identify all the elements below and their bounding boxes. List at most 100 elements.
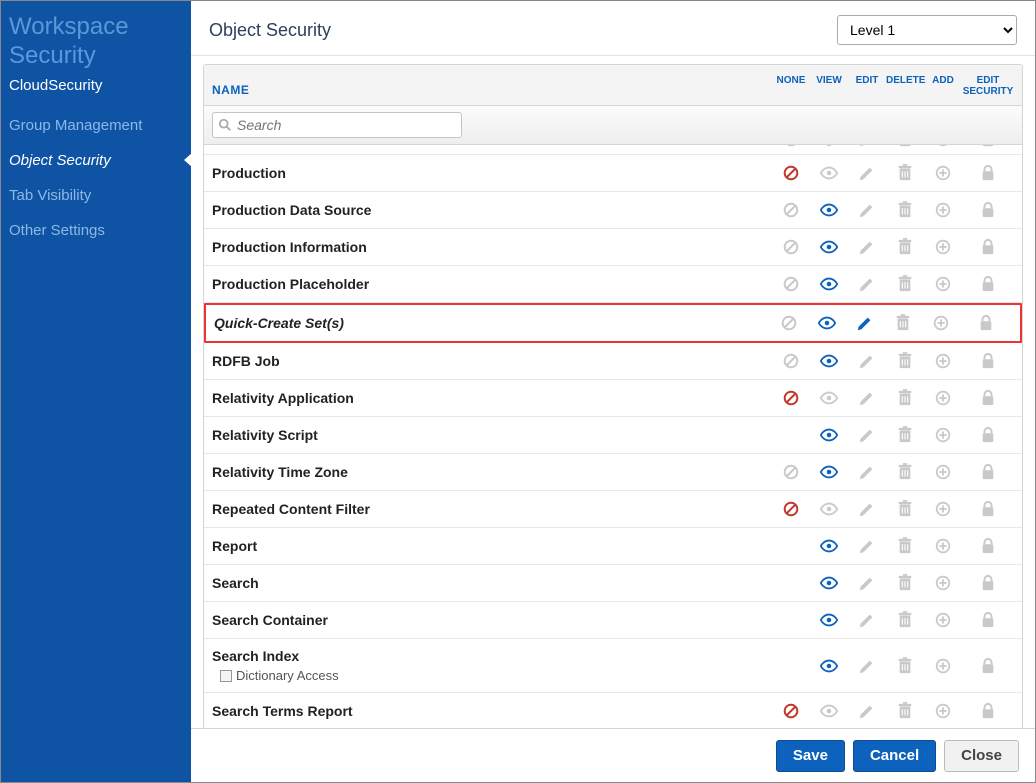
lock-icon[interactable] xyxy=(980,537,996,555)
cell-edit-security[interactable] xyxy=(962,164,1014,182)
delete-icon[interactable] xyxy=(897,352,913,370)
edit-icon[interactable] xyxy=(858,611,876,629)
cell-add[interactable] xyxy=(924,574,962,592)
delete-icon[interactable] xyxy=(897,238,913,256)
cell-view[interactable] xyxy=(810,611,848,629)
edit-icon[interactable] xyxy=(858,145,876,148)
add-icon[interactable] xyxy=(934,352,952,370)
cell-none[interactable] xyxy=(772,389,810,407)
none-icon[interactable] xyxy=(782,275,800,293)
edit-icon[interactable] xyxy=(858,275,876,293)
delete-icon[interactable] xyxy=(897,389,913,407)
cell-view[interactable] xyxy=(810,275,848,293)
add-icon[interactable] xyxy=(934,611,952,629)
cell-view[interactable] xyxy=(810,574,848,592)
cell-none[interactable] xyxy=(772,611,810,629)
cell-add[interactable] xyxy=(924,500,962,518)
none-icon[interactable] xyxy=(782,389,800,407)
cell-edit[interactable] xyxy=(848,389,886,407)
sidebar-item-object-security[interactable]: Object Security xyxy=(1,143,191,178)
lock-icon[interactable] xyxy=(980,201,996,219)
sidebar-item-tab-visibility[interactable]: Tab Visibility xyxy=(1,178,191,213)
cell-edit[interactable] xyxy=(848,201,886,219)
delete-icon[interactable] xyxy=(897,426,913,444)
cell-none[interactable] xyxy=(772,537,810,555)
cell-none[interactable] xyxy=(772,238,810,256)
cell-edit[interactable] xyxy=(848,574,886,592)
view-icon[interactable] xyxy=(819,426,839,444)
cell-delete[interactable] xyxy=(886,611,924,629)
delete-icon[interactable] xyxy=(897,702,913,720)
cell-edit[interactable] xyxy=(848,426,886,444)
edit-icon[interactable] xyxy=(858,164,876,182)
cell-edit-security[interactable] xyxy=(962,201,1014,219)
delete-icon[interactable] xyxy=(897,657,913,675)
cell-none[interactable] xyxy=(770,314,808,332)
view-icon[interactable] xyxy=(819,164,839,182)
cell-edit-security[interactable] xyxy=(962,537,1014,555)
cell-edit[interactable] xyxy=(848,275,886,293)
add-icon[interactable] xyxy=(934,201,952,219)
view-icon[interactable] xyxy=(819,201,839,219)
cell-add[interactable] xyxy=(924,463,962,481)
cell-view[interactable] xyxy=(810,201,848,219)
col-name[interactable]: NAME xyxy=(212,83,772,97)
cell-none[interactable] xyxy=(772,352,810,370)
delete-icon[interactable] xyxy=(897,463,913,481)
lock-icon[interactable] xyxy=(980,275,996,293)
add-icon[interactable] xyxy=(934,238,952,256)
cell-view[interactable] xyxy=(810,426,848,444)
sidebar-item-group-management[interactable]: Group Management xyxy=(1,108,191,143)
view-icon[interactable] xyxy=(819,389,839,407)
cell-delete[interactable] xyxy=(886,657,924,675)
edit-icon[interactable] xyxy=(858,537,876,555)
cell-edit-security[interactable] xyxy=(962,238,1014,256)
cell-edit-security[interactable] xyxy=(962,657,1014,675)
cell-delete[interactable] xyxy=(886,574,924,592)
none-icon[interactable] xyxy=(782,702,800,720)
cell-delete[interactable] xyxy=(886,500,924,518)
delete-icon[interactable] xyxy=(897,145,913,148)
cell-edit-security[interactable] xyxy=(962,574,1014,592)
none-icon[interactable] xyxy=(782,500,800,518)
add-icon[interactable] xyxy=(934,164,952,182)
cell-delete[interactable] xyxy=(886,389,924,407)
lock-icon[interactable] xyxy=(980,145,996,148)
none-icon[interactable] xyxy=(782,352,800,370)
cell-delete[interactable] xyxy=(886,275,924,293)
cell-none[interactable] xyxy=(772,275,810,293)
add-icon[interactable] xyxy=(934,426,952,444)
view-icon[interactable] xyxy=(819,500,839,518)
edit-icon[interactable] xyxy=(858,426,876,444)
search-input[interactable] xyxy=(212,112,462,138)
cell-view[interactable] xyxy=(810,389,848,407)
cell-add[interactable] xyxy=(924,389,962,407)
cell-edit[interactable] xyxy=(848,463,886,481)
cell-view[interactable] xyxy=(810,463,848,481)
cell-add[interactable] xyxy=(924,352,962,370)
lock-icon[interactable] xyxy=(980,238,996,256)
cell-view[interactable] xyxy=(808,314,846,332)
edit-icon[interactable] xyxy=(858,702,876,720)
cell-view[interactable] xyxy=(810,238,848,256)
cell-none[interactable] xyxy=(772,702,810,720)
cell-edit[interactable] xyxy=(846,314,884,332)
cell-edit-security[interactable] xyxy=(962,463,1014,481)
cell-delete[interactable] xyxy=(886,463,924,481)
view-icon[interactable] xyxy=(819,537,839,555)
edit-icon[interactable] xyxy=(858,500,876,518)
cell-edit-security[interactable] xyxy=(962,389,1014,407)
view-icon[interactable] xyxy=(819,145,839,148)
cell-add[interactable] xyxy=(924,702,962,720)
delete-icon[interactable] xyxy=(897,500,913,518)
cell-none[interactable] xyxy=(772,500,810,518)
delete-icon[interactable] xyxy=(895,314,911,332)
cell-edit[interactable] xyxy=(848,702,886,720)
edit-icon[interactable] xyxy=(856,314,874,332)
cell-view[interactable] xyxy=(810,500,848,518)
cell-add[interactable] xyxy=(924,657,962,675)
add-icon[interactable] xyxy=(934,463,952,481)
cell-delete[interactable] xyxy=(886,537,924,555)
cell-none[interactable] xyxy=(772,574,810,592)
edit-icon[interactable] xyxy=(858,238,876,256)
